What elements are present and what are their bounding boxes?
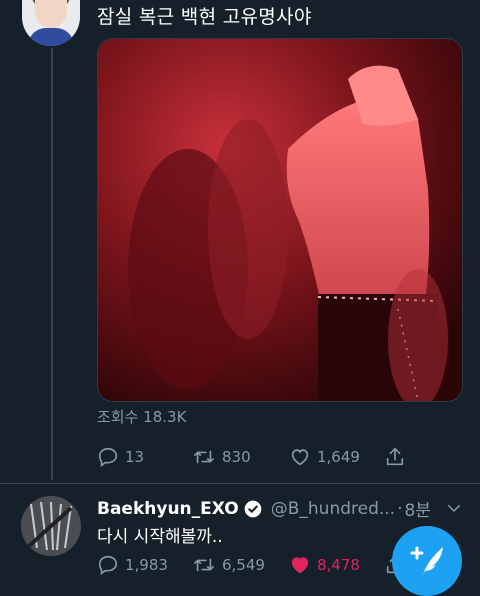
retweet-button[interactable]: 830: [192, 446, 251, 468]
tweet-text: 다시 시작해볼까..: [97, 527, 223, 547]
retweet-count: 830: [222, 448, 251, 466]
avatar-logo: [21, 496, 81, 556]
reply-count: 13: [125, 448, 145, 466]
reply-icon: [98, 447, 118, 468]
heart-icon: [291, 557, 309, 574]
view-count: 조회수 18.3K: [97, 408, 187, 426]
tweet-actions: 13 830 1,649: [97, 446, 427, 470]
retweet-icon: [194, 558, 214, 572]
separator-dot: ·: [397, 498, 403, 519]
retweet-icon: [194, 450, 214, 464]
share-icon: [386, 447, 404, 466]
tweet-author: Baekhyun_EXO @B_hundred... · 8분: [97, 496, 431, 522]
verified-badge-icon: [244, 500, 262, 517]
like-button[interactable]: 1,649: [289, 446, 360, 468]
reply-button[interactable]: 1,983: [97, 554, 168, 576]
retweet-count: 6,549: [222, 556, 265, 574]
like-count: 8,478: [317, 556, 360, 574]
like-count: 1,649: [317, 448, 360, 466]
reply-count: 1,983: [125, 556, 168, 574]
like-button[interactable]: 8,478: [289, 554, 360, 576]
avatar[interactable]: [21, 496, 81, 556]
tweet-divider: [0, 483, 480, 484]
tweet-video[interactable]: [97, 38, 463, 402]
share-button[interactable]: [384, 446, 406, 468]
thread-connector-line: [51, 48, 53, 480]
heart-icon: [291, 449, 309, 466]
chevron-down-icon[interactable]: [445, 499, 463, 517]
avatar-shirt: [28, 28, 74, 46]
reply-button[interactable]: 13: [97, 446, 144, 468]
reply-icon: [98, 555, 118, 576]
compose-tweet-icon: [410, 546, 443, 575]
tweet-timestamp[interactable]: 8분: [405, 496, 431, 521]
display-name[interactable]: Baekhyun_EXO: [97, 499, 239, 519]
video-frame: [98, 39, 462, 401]
retweet-button[interactable]: 6,549: [192, 554, 265, 576]
avatar[interactable]: [22, 0, 80, 46]
avatar-face: [35, 0, 67, 28]
tweet-text: 잠실 복근 백현 고유명사야: [97, 6, 312, 28]
user-handle[interactable]: @B_hundred...: [271, 499, 395, 519]
